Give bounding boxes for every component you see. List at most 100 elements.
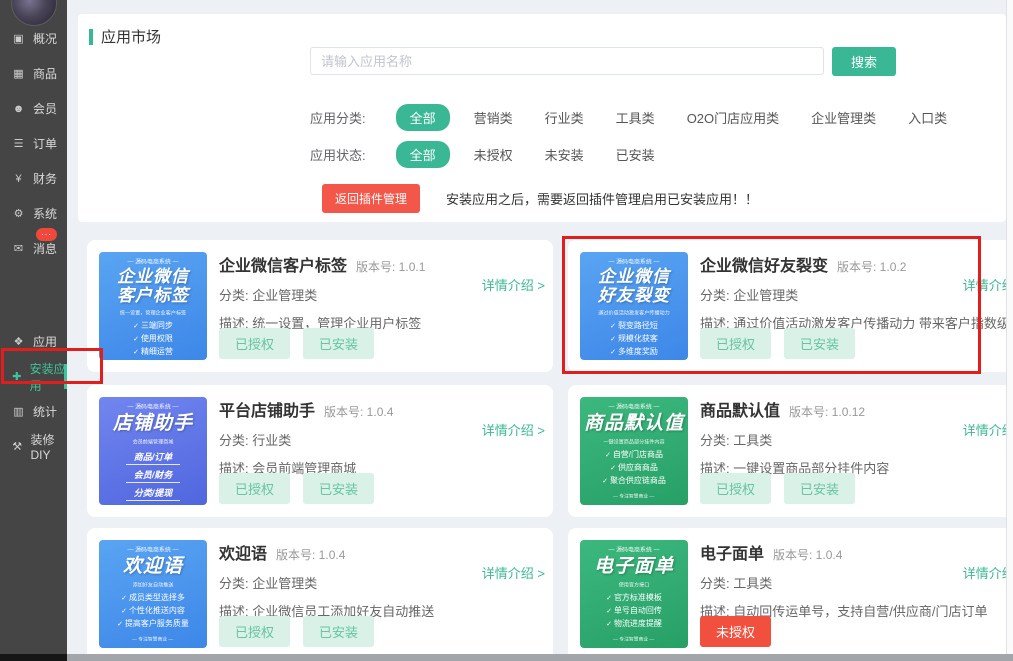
search-input[interactable] [310, 47, 824, 75]
status-option-uninstalled[interactable]: 未安装 [545, 145, 584, 164]
icon-subtitle: 会员前端管理商城 [133, 438, 174, 446]
sidebar-item-orders[interactable]: ☰ 订单 [0, 126, 67, 161]
check-icon: ✓ [121, 595, 127, 602]
icon-bullets: ✓官方标准模板 ✓单号自动回传 ✓物流进度提醒 [606, 592, 662, 631]
sidebar-item-members[interactable]: ☻ 会员 [0, 91, 67, 126]
sidebar-item-system[interactable]: ⚙ 系统 [0, 196, 67, 231]
sidebar-item-goods[interactable]: ▦ 商品 [0, 56, 67, 91]
app-title: 商品默认值 [700, 403, 780, 420]
message-bubble-icon: ✉ [11, 242, 26, 255]
icon-top-label: — 源码电商系统 — [609, 258, 660, 267]
app-title: 平台店铺助手 [219, 403, 315, 420]
app-title: 企业微信客户标签 [219, 258, 347, 275]
detail-link[interactable]: 详情介绍 > [963, 275, 1006, 294]
category-option-entry[interactable]: 入口类 [908, 108, 947, 127]
notice-row: 返回插件管理 安装应用之后，需要返回插件管理启用已安装应用！！ [322, 184, 758, 213]
dashboard-icon: ▣ [11, 32, 26, 45]
check-icon: ✓ [121, 608, 127, 615]
detail-link[interactable]: 详情介绍 > [482, 563, 545, 582]
app-title: 欢迎语 [219, 546, 267, 563]
sidebar-item-statistics[interactable]: ▥ 统计 [0, 394, 67, 429]
detail-link[interactable]: 详情介绍 > [482, 275, 545, 294]
icon-bottom-label: — 专注智慧商业 — [613, 635, 654, 642]
check-icon: ✓ [602, 478, 608, 485]
sidebar-item-label: 订单 [33, 135, 57, 152]
icon-bottom-label: — 专注智慧商业 — [613, 359, 654, 360]
sidebar-item-label: 应用 [33, 333, 57, 350]
installed-badge: 已安装 [303, 616, 374, 647]
check-icon: ✓ [117, 621, 123, 628]
category-option-enterprise[interactable]: 企业管理类 [811, 108, 876, 127]
app-icon-image: — 源码电商系统 — 企业微信 好友裂变 通过价值活动激发客户传播动力 ✓裂变路… [580, 252, 688, 360]
status-filter-label: 应用状态: [310, 145, 366, 164]
detail-link[interactable]: 详情介绍 > [963, 420, 1006, 439]
sidebar-item-messages[interactable]: ✉ 消息 ··· [0, 231, 67, 266]
sidebar-item-apps[interactable]: ❖ 应用 [0, 324, 67, 359]
icon-bullets: ✓三端同步 ✓使用权限 ✓精细运营 [133, 320, 173, 359]
message-count-badge: ··· [36, 228, 57, 241]
bottom-window-edge-dark [0, 654, 67, 661]
app-card-goods-default: — 源码电商系统 — 商品默认值 一键设置商品部分挂件内容 ✓自营/门店商品 ✓… [568, 385, 1006, 517]
search-button[interactable]: 搜索 [832, 47, 896, 76]
status-option-all[interactable]: 全部 [396, 141, 450, 168]
status-tags: 已授权 已安装 [219, 473, 374, 504]
check-icon: ✓ [133, 336, 139, 343]
sidebar-item-diy[interactable]: ⚒ 装修DIY [0, 429, 67, 464]
icon-subtitle: 统一设置，管理企业客户标签 [120, 309, 186, 317]
check-icon: ✓ [610, 323, 616, 330]
icon-bottom-label: — 专注智慧商业 — [613, 492, 654, 499]
icon-bottom-label: — 专注智慧商业 — [132, 359, 173, 360]
icon-top-label: — 源码电商系统 — [609, 403, 660, 412]
detail-link[interactable]: 详情介绍 > [963, 563, 1006, 582]
app-icon-image: — 源码电商系统 — 店铺助手 会员前端管理商城 商品/订单 会员/财务 分类/… [99, 397, 207, 505]
category-option-all[interactable]: 全部 [396, 104, 450, 131]
authorized-badge: 已授权 [219, 328, 290, 359]
icon-top-label: — 源码电商系统 — [128, 546, 179, 555]
finance-yen-icon: ¥ [11, 173, 26, 185]
check-icon: ✓ [605, 452, 611, 459]
sidebar-item-overview[interactable]: ▣ 概况 [0, 21, 67, 56]
icon-title: 欢迎语 [123, 556, 183, 577]
app-title: 企业微信好友裂变 [700, 258, 828, 275]
diy-hammer-icon: ⚒ [11, 440, 23, 453]
sidebar-item-label: 会员 [33, 100, 57, 117]
sidebar-item-install-app[interactable]: ✚ 安装应用 [0, 359, 67, 394]
category-filter-label: 应用分类: [310, 108, 366, 127]
vertical-scrollbar[interactable] [1006, 0, 1013, 661]
icon-title: 店铺助手 [113, 413, 193, 434]
back-to-plugin-manager-button[interactable]: 返回插件管理 [322, 184, 420, 213]
installed-badge: 已安装 [303, 473, 374, 504]
installed-badge: 已安装 [784, 328, 855, 359]
sidebar-item-label: 安装应用 [30, 360, 67, 394]
app-card-shop-assistant: — 源码电商系统 — 店铺助手 会员前端管理商城 商品/订单 会员/财务 分类/… [87, 385, 553, 517]
app-icon-image: — 源码电商系统 — 企业微信 客户标签 统一设置，管理企业客户标签 ✓三端同步… [99, 252, 207, 360]
status-tags: 未授权 [700, 616, 771, 647]
check-icon: ✓ [133, 349, 139, 356]
status-tags: 已授权 已安装 [219, 328, 374, 359]
app-card-welcome-message: — 源码电商系统 — 欢迎语 添加好友自动推送 ✓成员类型选择多 ✓个性化推送内… [87, 528, 553, 657]
sidebar-item-label: 系统 [33, 205, 57, 222]
status-option-installed[interactable]: 已安装 [616, 145, 655, 164]
authorized-badge: 已授权 [219, 473, 290, 504]
card-body: 商品默认值版本号: 1.0.12 分类: 工具类 描述: 一键设置商品部分挂件内… [700, 397, 1006, 477]
icon-feature-list: 商品/订单 会员/财务 分类/提现 [126, 450, 181, 504]
category-option-tools[interactable]: 工具类 [616, 108, 655, 127]
check-icon: ✓ [133, 323, 139, 330]
app-version: 版本号: 1.0.12 [789, 405, 865, 419]
app-icon-image: — 源码电商系统 — 商品默认值 一键设置商品部分挂件内容 ✓自营/门店商品 ✓… [580, 397, 688, 505]
app-category: 分类: 工具类 [700, 573, 1006, 592]
detail-link[interactable]: 详情介绍 > [482, 420, 545, 439]
category-option-marketing[interactable]: 营销类 [474, 108, 513, 127]
filter-panel: 应用市场 搜索 应用分类: 全部 营销类 行业类 工具类 O2O门店应用类 企业… [78, 14, 1006, 222]
statistics-chart-icon: ▥ [11, 405, 26, 418]
app-version: 版本号: 1.0.2 [837, 260, 906, 274]
sidebar-item-finance[interactable]: ¥ 财务 [0, 161, 67, 196]
sidebar-item-label: 概况 [33, 30, 57, 47]
check-icon: ✓ [606, 608, 612, 615]
status-option-unauthorized[interactable]: 未授权 [474, 145, 513, 164]
icon-subtitle: 使用官方接口 [619, 581, 650, 589]
icon-top-label: — 源码电商系统 — [609, 546, 660, 555]
category-option-o2o[interactable]: O2O门店应用类 [687, 108, 779, 127]
category-option-industry[interactable]: 行业类 [545, 108, 584, 127]
install-app-icon: ✚ [11, 370, 23, 383]
